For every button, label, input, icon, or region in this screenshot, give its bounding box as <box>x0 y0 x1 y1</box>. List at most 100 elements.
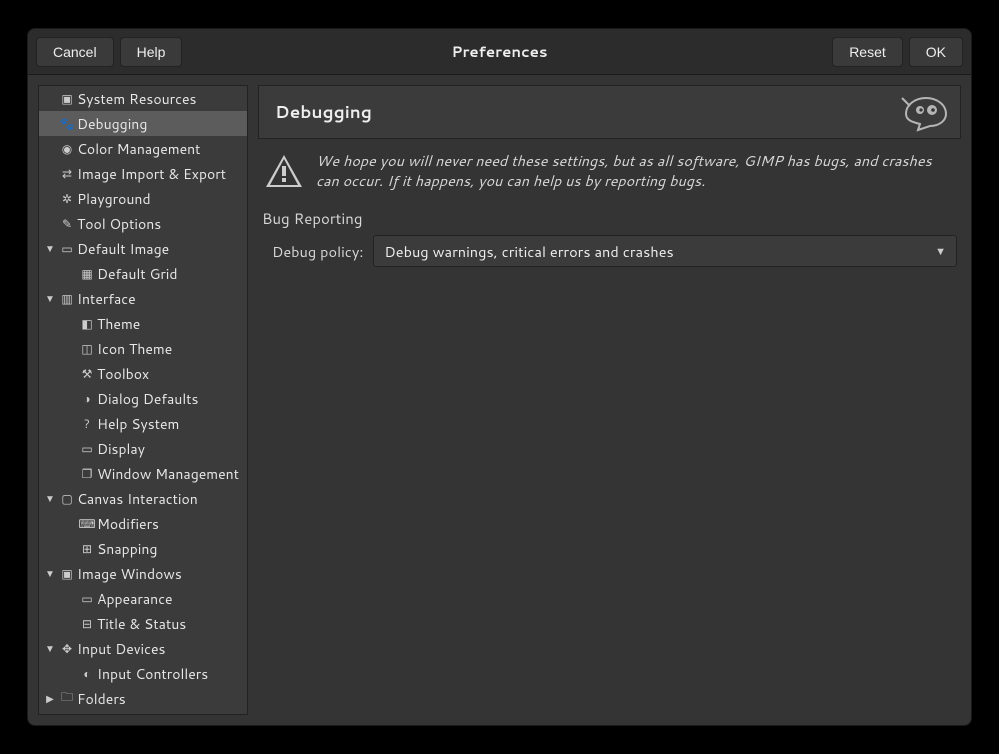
icon-theme-icon: ◫ <box>79 341 95 357</box>
sidebar-item-label: Window Management <box>97 464 239 484</box>
preferences-main-panel: Debugging <box>258 85 961 715</box>
sidebar-item-help-system[interactable]: ?Help System <box>39 411 247 436</box>
image-icon: ▭ <box>59 241 75 257</box>
window-icon: ❐ <box>79 466 95 482</box>
debug-policy-label: Debug policy: <box>272 241 363 262</box>
sidebar-item-label: Image Import & Export <box>77 164 226 184</box>
sidebar-item-label: Icon Theme <box>97 339 172 359</box>
ok-button[interactable]: OK <box>909 37 963 67</box>
sidebar-item-canvas-interaction[interactable]: ▼▢Canvas Interaction <box>39 486 247 511</box>
sidebar-item-modifiers[interactable]: ⌨Modifiers <box>39 511 247 536</box>
expander-down-icon[interactable]: ▼ <box>43 292 57 306</box>
reset-button[interactable]: Reset <box>832 37 903 67</box>
chevron-down-icon: ▼ <box>935 243 946 259</box>
color-icon: ◉ <box>59 141 75 157</box>
sidebar-item-label: Default Grid <box>97 264 178 284</box>
debug-policy-row: Debug policy: Debug warnings, critical e… <box>258 235 961 267</box>
sidebar-item-label: Canvas Interaction <box>77 489 198 509</box>
fan-icon: ✲ <box>59 191 75 207</box>
sidebar-item-folders[interactable]: ▶🗀Folders <box>39 686 247 711</box>
sidebar-item-label: Input Controllers <box>97 664 208 684</box>
appearance-icon: ▭ <box>79 591 95 607</box>
warning-icon <box>264 151 304 196</box>
dialog-title: Preferences <box>451 41 547 62</box>
sidebar-item-playground[interactable]: ✲Playground <box>39 186 247 211</box>
sidebar-item-label: Interface <box>77 289 136 309</box>
sidebar-item-toolbox[interactable]: ⚒Toolbox <box>39 361 247 386</box>
sidebar-item-label: Display <box>97 439 145 459</box>
interface-icon: ▥ <box>59 291 75 307</box>
sidebar-item-color-management[interactable]: ◉Color Management <box>39 136 247 161</box>
sidebar-item-label: Debugging <box>77 114 147 134</box>
expander-down-icon[interactable]: ▼ <box>43 642 57 656</box>
sidebar-item-title-status[interactable]: ⊟Title & Status <box>39 611 247 636</box>
snap-icon: ⊞ <box>79 541 95 557</box>
chip-icon: ▣ <box>59 91 75 107</box>
expander-right-icon[interactable]: ▶ <box>43 692 57 706</box>
sidebar-item-label: Dialog Defaults <box>97 389 198 409</box>
sidebar-item-label: Title & Status <box>97 614 186 634</box>
sidebar-item-tool-options[interactable]: ✎Tool Options <box>39 211 247 236</box>
sidebar-item-interface[interactable]: ▼▥Interface <box>39 286 247 311</box>
tool-icon: ✎ <box>59 216 75 232</box>
expander-down-icon[interactable]: ▼ <box>43 242 57 256</box>
sidebar-item-theme[interactable]: ◧Theme <box>39 311 247 336</box>
modifier-icon: ⌨ <box>79 516 95 532</box>
sidebar-item-input-controllers[interactable]: ◐Input Controllers <box>39 661 247 686</box>
grid-icon: ▦ <box>79 266 95 282</box>
gimp-mascot-icon <box>900 90 950 136</box>
page-title: Debugging <box>275 100 372 124</box>
sidebar-item-dialog-defaults[interactable]: ◑Dialog Defaults <box>39 386 247 411</box>
expander-down-icon[interactable]: ▼ <box>43 492 57 506</box>
expander-down-icon[interactable]: ▼ <box>43 567 57 581</box>
page-header: Debugging <box>258 85 961 139</box>
preferences-dialog: Cancel Help Preferences Reset OK ▣System… <box>27 28 972 726</box>
help-button[interactable]: Help <box>120 37 183 67</box>
image-window-icon: ▣ <box>59 566 75 582</box>
preferences-sidebar[interactable]: ▣System Resources🐾Debugging◉Color Manage… <box>38 85 248 715</box>
bug-icon: 🐾 <box>59 116 75 132</box>
sidebar-item-label: Theme <box>97 314 140 334</box>
dialog-icon: ◑ <box>79 391 95 407</box>
info-row: We hope you will never need these settin… <box>258 139 961 204</box>
sidebar-item-window-management[interactable]: ❐Window Management <box>39 461 247 486</box>
sidebar-item-label: Snapping <box>97 539 157 559</box>
debug-policy-value: Debug warnings, critical errors and cras… <box>384 241 673 262</box>
sidebar-item-snapping[interactable]: ⊞Snapping <box>39 536 247 561</box>
folder-icon: 🗀 <box>59 691 75 707</box>
sidebar-item-label: Toolbox <box>97 364 149 384</box>
sidebar-item-label: Folders <box>77 689 126 709</box>
sidebar-item-label: System Resources <box>77 89 196 109</box>
sidebar-item-label: Tool Options <box>77 214 161 234</box>
sidebar-item-default-image[interactable]: ▼▭Default Image <box>39 236 247 261</box>
cancel-button[interactable]: Cancel <box>36 37 114 67</box>
sidebar-item-label: Playground <box>77 189 151 209</box>
sidebar-item-debugging[interactable]: 🐾Debugging <box>39 111 247 136</box>
display-icon: ▭ <box>79 441 95 457</box>
sidebar-item-label: Input Devices <box>77 639 165 659</box>
sidebar-item-label: Help System <box>97 414 179 434</box>
sidebar-item-label: Image Windows <box>77 564 182 584</box>
sidebar-item-label: Appearance <box>97 589 173 609</box>
controller-icon: ◐ <box>79 666 95 682</box>
canvas-icon: ▢ <box>59 491 75 507</box>
section-bug-reporting: Bug Reporting <box>258 204 961 235</box>
info-text: We hope you will never need these settin… <box>316 151 955 190</box>
input-device-icon: ✥ <box>59 641 75 657</box>
sidebar-item-appearance[interactable]: ▭Appearance <box>39 586 247 611</box>
sidebar-item-label: Modifiers <box>97 514 159 534</box>
sidebar-item-label: Default Image <box>77 239 169 259</box>
sidebar-item-image-windows[interactable]: ▼▣Image Windows <box>39 561 247 586</box>
sidebar-item-image-import-export[interactable]: ⇄Image Import & Export <box>39 161 247 186</box>
debug-policy-combo[interactable]: Debug warnings, critical errors and cras… <box>373 235 957 267</box>
help-icon: ? <box>79 416 95 432</box>
sidebar-item-label: Color Management <box>77 139 200 159</box>
titlebar: Cancel Help Preferences Reset OK <box>28 29 971 75</box>
sidebar-item-default-grid[interactable]: ▦Default Grid <box>39 261 247 286</box>
sidebar-item-display[interactable]: ▭Display <box>39 436 247 461</box>
sidebar-item-icon-theme[interactable]: ◫Icon Theme <box>39 336 247 361</box>
sidebar-item-system-resources[interactable]: ▣System Resources <box>39 86 247 111</box>
title-status-icon: ⊟ <box>79 616 95 632</box>
sidebar-item-input-devices[interactable]: ▼✥Input Devices <box>39 636 247 661</box>
import-export-icon: ⇄ <box>59 166 75 182</box>
